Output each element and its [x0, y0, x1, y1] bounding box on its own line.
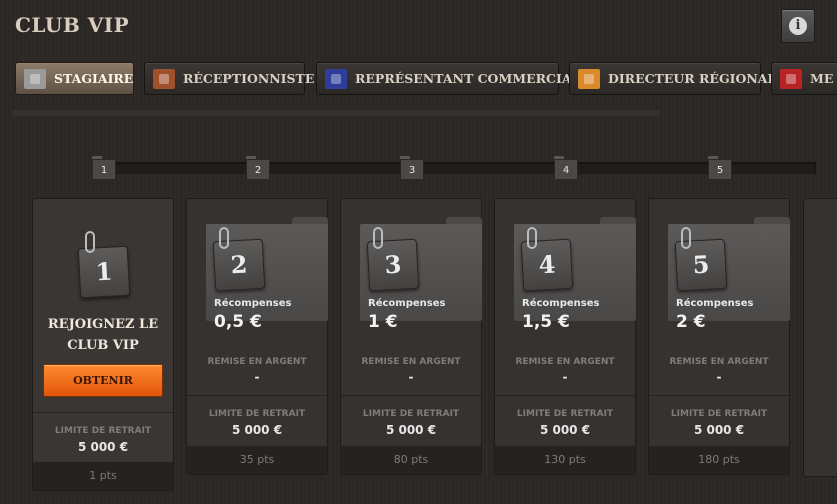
limit-label: LIMITE DE RETRAIT [362, 409, 460, 419]
tab-representant-commercial[interactable]: REPRÉSENTANT COMMERCIAL [316, 62, 580, 95]
tab-next-level[interactable]: ME [771, 62, 837, 95]
cursor-icon [153, 68, 175, 89]
limit-value: 5 000 € [539, 423, 591, 437]
limit-label: LIMITE DE RETRAIT [208, 409, 306, 419]
level-card-6-partial [803, 198, 837, 477]
divider [12, 110, 660, 116]
level-card-3: 3 Récompenses 1 € REMISE EN ARGENT - LIM… [340, 198, 482, 475]
points-required: 35 pts [187, 446, 327, 474]
level-card-5: 5 Récompenses 2 € REMISE EN ARGENT - LIM… [648, 198, 790, 475]
tab-label: STAGIAIRE [54, 71, 134, 86]
paperclip-icon [85, 231, 95, 253]
info-icon: i [789, 17, 807, 35]
level-marker: 1 [92, 156, 116, 180]
paperclip-icon [681, 227, 691, 249]
join-line-1: REJOIGNEZ LE [47, 317, 159, 332]
level-card-2: 2 Récompenses 0,5 € REMISE EN ARGENT - L… [186, 198, 328, 475]
level-badge: 1 [77, 245, 131, 299]
level-marker: 5 [708, 156, 732, 180]
tab-directeur-regional[interactable]: DIRECTEUR RÉGIONAL [569, 62, 776, 95]
reward-label: Récompenses [676, 298, 754, 309]
level-marker: 4 [554, 156, 578, 180]
tab-receptionniste[interactable]: RÉCEPTIONNISTE [144, 62, 314, 95]
points-required: 180 pts [649, 446, 789, 474]
cash-value: - [408, 370, 414, 384]
reward-value: 2 € [676, 312, 706, 332]
paperclip-icon [527, 227, 537, 249]
limit-value: 5 000 € [77, 440, 129, 454]
limit-value: 5 000 € [693, 423, 745, 437]
thumb-icon [24, 68, 46, 89]
paperclip-icon [219, 227, 229, 249]
reward-label: Récompenses [214, 298, 292, 309]
limit-value: 5 000 € [231, 423, 283, 437]
tab-label: DIRECTEUR RÉGIONAL [608, 71, 777, 86]
level-marker: 3 [400, 156, 424, 180]
points-required: 130 pts [495, 446, 635, 474]
page-title: CLUB VIP [15, 13, 130, 37]
level-card-1: 1 REJOIGNEZ LE CLUB VIP OBTENIR LIMITE D… [32, 198, 174, 491]
level-tabs: STAGIAIRE RÉCEPTIONNISTE REPRÉSENTANT CO… [15, 62, 837, 98]
reward-value: 1,5 € [522, 312, 570, 332]
cash-value: - [562, 370, 568, 384]
reward-label: Récompenses [368, 298, 446, 309]
obtain-button[interactable]: OBTENIR [43, 364, 163, 397]
points-required: 80 pts [341, 446, 481, 474]
reward-label: Récompenses [522, 298, 600, 309]
reward-value: 0,5 € [214, 312, 262, 332]
cash-label: REMISE EN ARGENT [669, 357, 769, 367]
limit-label: LIMITE DE RETRAIT [670, 409, 768, 419]
cash-value: - [254, 370, 260, 384]
phone-icon [325, 68, 347, 89]
limit-value: 5 000 € [385, 423, 437, 437]
cash-label: REMISE EN ARGENT [207, 357, 307, 367]
reward-value: 1 € [368, 312, 398, 332]
paperclip-icon [373, 227, 383, 249]
limit-label: LIMITE DE RETRAIT [516, 409, 614, 419]
level-card-4: 4 Récompenses 1,5 € REMISE EN ARGENT - L… [494, 198, 636, 475]
join-line-2: CLUB VIP [67, 338, 139, 353]
star-icon [780, 68, 802, 89]
pen-icon [578, 68, 600, 89]
limit-label: LIMITE DE RETRAIT [54, 426, 152, 436]
cash-value: - [716, 370, 722, 384]
tab-stagiaire[interactable]: STAGIAIRE [15, 62, 134, 95]
points-required: 1 pts [33, 462, 173, 490]
tab-label: RÉCEPTIONNISTE [183, 71, 315, 86]
tab-label: REPRÉSENTANT COMMERCIAL [355, 71, 581, 86]
info-button[interactable]: i [781, 9, 815, 43]
cash-label: REMISE EN ARGENT [361, 357, 461, 367]
cash-label: REMISE EN ARGENT [515, 357, 615, 367]
tab-label: ME [810, 71, 834, 86]
level-marker: 2 [246, 156, 270, 180]
